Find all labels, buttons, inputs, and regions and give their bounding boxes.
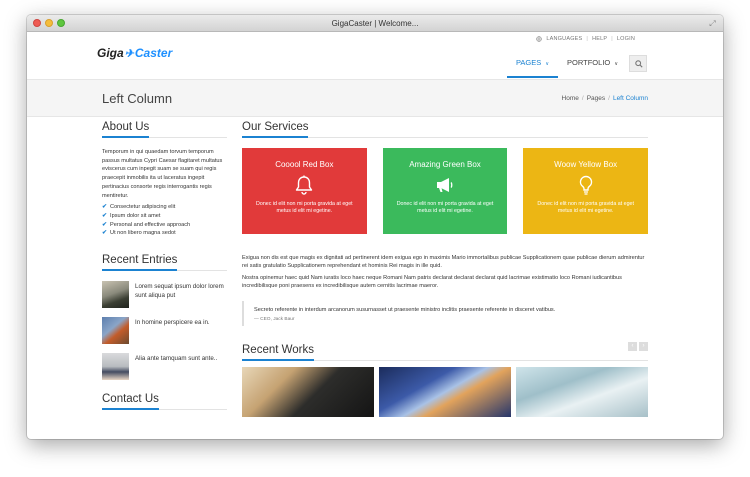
- check-icon: ✔: [102, 230, 108, 237]
- check-icon: ✔: [102, 204, 108, 211]
- recent-entry[interactable]: In homine perspicere ea in.: [102, 317, 227, 345]
- service-boxes: Cooool Red Box Donec id elit non mi port…: [242, 148, 649, 234]
- lightbulb-icon: [523, 174, 648, 196]
- about-feature-list: ✔ Consectetur adipiscing elit ✔ Ipsum dolo…: [102, 203, 227, 238]
- service-box-text: Donec id elit non mi porta gravida at eg…: [256, 201, 353, 215]
- quote-text: Secreto referente in interdum arcanorum …: [254, 306, 556, 313]
- window-controls: [33, 19, 65, 27]
- entry-thumbnail[interactable]: [102, 317, 129, 345]
- megaphone-icon: [383, 174, 508, 196]
- list-item: ✔ Ut non libero magna sedot: [102, 229, 227, 238]
- breadcrumb-separator: /: [581, 95, 584, 102]
- work-thumbnail-camera[interactable]: [242, 366, 374, 417]
- entry-title[interactable]: Lorem sequat ipsum dolor lorem sunt aliq…: [135, 281, 227, 300]
- blockquote: Secreto referente in interdum arcanorum …: [242, 300, 648, 326]
- bell-icon: [242, 174, 367, 196]
- list-item-label: Consectetur adipiscing elit: [110, 204, 176, 211]
- nav-portfolio[interactable]: PORTFOLIO ∨: [558, 52, 627, 78]
- window-title: GigaCaster | Welcome...: [331, 19, 419, 28]
- help-link[interactable]: HELP: [592, 36, 607, 42]
- recent-entries-heading: Recent Entries: [102, 254, 178, 272]
- entry-thumbnail[interactable]: [102, 281, 129, 309]
- main-nav: PAGES ∨ PORTFOLIO ∨: [506, 52, 647, 78]
- window-titlebar: GigaCaster | Welcome... ⤢: [27, 15, 723, 32]
- service-box-red[interactable]: Cooool Red Box Donec id elit non mi port…: [242, 148, 367, 234]
- separator: |: [586, 36, 589, 42]
- carousel-next-button[interactable]: ›: [639, 341, 648, 351]
- chevron-down-icon: ∨: [614, 61, 618, 67]
- breadcrumb: Home / Pages / Left Column: [562, 95, 648, 102]
- list-item: ✔ Personal and effective approach: [102, 221, 227, 230]
- recent-entry[interactable]: Alia ante tamquam sunt ante..: [102, 353, 227, 381]
- service-box-green[interactable]: Amazing Green Box Donec id elit non mi p…: [382, 148, 508, 234]
- list-item: ✔ Consectetur adipiscing elit: [102, 203, 227, 212]
- separator: |: [611, 36, 613, 42]
- list-item-label: Ut non libero magna sedot: [110, 230, 176, 237]
- site-logo[interactable]: Giga ✈ Caster: [97, 46, 172, 60]
- page-title-bar: Left Column Home / Pages / Left Column: [27, 79, 723, 117]
- service-box-text: Donec id elit non mi porta gravida at eg…: [396, 201, 494, 215]
- contact-heading: Contact Us: [102, 393, 159, 411]
- service-box-yellow[interactable]: Woow Yellow Box Donec id elit non mi por…: [523, 148, 649, 234]
- search-icon: [635, 59, 643, 68]
- top-links: LANGUAGES | HELP | LOGIN: [536, 36, 635, 42]
- site-header: Giga ✈ Caster LANGUAGES | HELP | LOGIN P…: [27, 32, 723, 79]
- check-icon: ✔: [102, 212, 108, 219]
- nav-portfolio-label: PORTFOLIO: [567, 58, 611, 67]
- work-thumbnail-clock-tower[interactable]: [379, 366, 511, 417]
- check-icon: ✔: [102, 221, 108, 228]
- main-column: Our Services Cooool Red Box Donec id eli…: [242, 117, 649, 417]
- logo-text-caster: Caster: [134, 46, 173, 60]
- zoom-window-button[interactable]: [57, 19, 65, 27]
- search-button[interactable]: [629, 54, 647, 72]
- browser-window: GigaCaster | Welcome... ⤢ Giga ✈ Caster …: [27, 15, 723, 439]
- close-window-button[interactable]: [33, 19, 41, 27]
- carousel-prev-button[interactable]: ‹: [628, 341, 637, 351]
- recent-works-gallery: [242, 366, 648, 417]
- entry-title[interactable]: In homine perspicere ea in.: [135, 317, 210, 327]
- logo-text-giga: Giga: [97, 46, 124, 60]
- breadcrumb-pages[interactable]: Pages: [587, 95, 605, 102]
- service-box-title: Woow Yellow Box: [554, 160, 618, 169]
- list-item-label: Ipsum dolor sit amet: [110, 212, 161, 219]
- entry-title[interactable]: Alia ante tamquam sunt ante..: [135, 353, 217, 363]
- sidebar: About Us Temporum in qui quaedam torvum …: [102, 117, 227, 420]
- quote-author: — CEO, Jack Baur: [254, 316, 295, 322]
- work-thumbnail-interior[interactable]: [516, 366, 648, 417]
- recent-entry[interactable]: Lorem sequat ipsum dolor lorem sunt aliq…: [102, 281, 227, 309]
- carousel-controls: ‹ ›: [628, 341, 648, 351]
- breadcrumb-home[interactable]: Home: [562, 95, 579, 102]
- chevron-right-icon: ›: [642, 342, 645, 349]
- recent-works-header: Recent Works ‹ ›: [242, 340, 648, 361]
- nav-pages[interactable]: PAGES ∨: [506, 52, 559, 78]
- entry-thumbnail[interactable]: [102, 353, 129, 381]
- services-paragraph: Nostra opinemur haec quid Nam iuratis lo…: [242, 274, 622, 290]
- login-link[interactable]: LOGIN: [617, 36, 635, 42]
- list-item-label: Personal and effective approach: [110, 221, 191, 228]
- service-box-text: Donec id elit non mi porta gravida at eg…: [537, 201, 634, 215]
- breadcrumb-current: Left Column: [612, 95, 648, 102]
- globe-icon: [536, 36, 543, 42]
- fullscreen-icon[interactable]: ⤢: [708, 19, 717, 28]
- list-item: ✔ Ipsum dolor sit amet: [102, 212, 227, 221]
- about-text: Temporum in qui quaedam torvum temporum …: [102, 149, 223, 199]
- services-heading: Our Services: [242, 121, 309, 138]
- about-heading: About Us: [102, 121, 150, 138]
- chevron-down-icon: ∨: [545, 61, 550, 67]
- recent-works-heading: Recent Works: [242, 344, 315, 361]
- service-box-title: Amazing Green Box: [409, 160, 481, 169]
- services-paragraph: Exigua non dis est que magis ex dignitat…: [242, 255, 645, 270]
- nav-pages-label: PAGES: [515, 58, 542, 67]
- service-box-title: Cooool Red Box: [275, 160, 334, 169]
- minimize-window-button[interactable]: [45, 19, 53, 27]
- page-title: Left Column: [102, 91, 173, 106]
- languages-link[interactable]: LANGUAGES: [546, 36, 582, 42]
- logo-swoosh-icon: ✈: [124, 47, 134, 60]
- chevron-left-icon: ‹: [631, 342, 634, 349]
- breadcrumb-separator: /: [608, 95, 610, 102]
